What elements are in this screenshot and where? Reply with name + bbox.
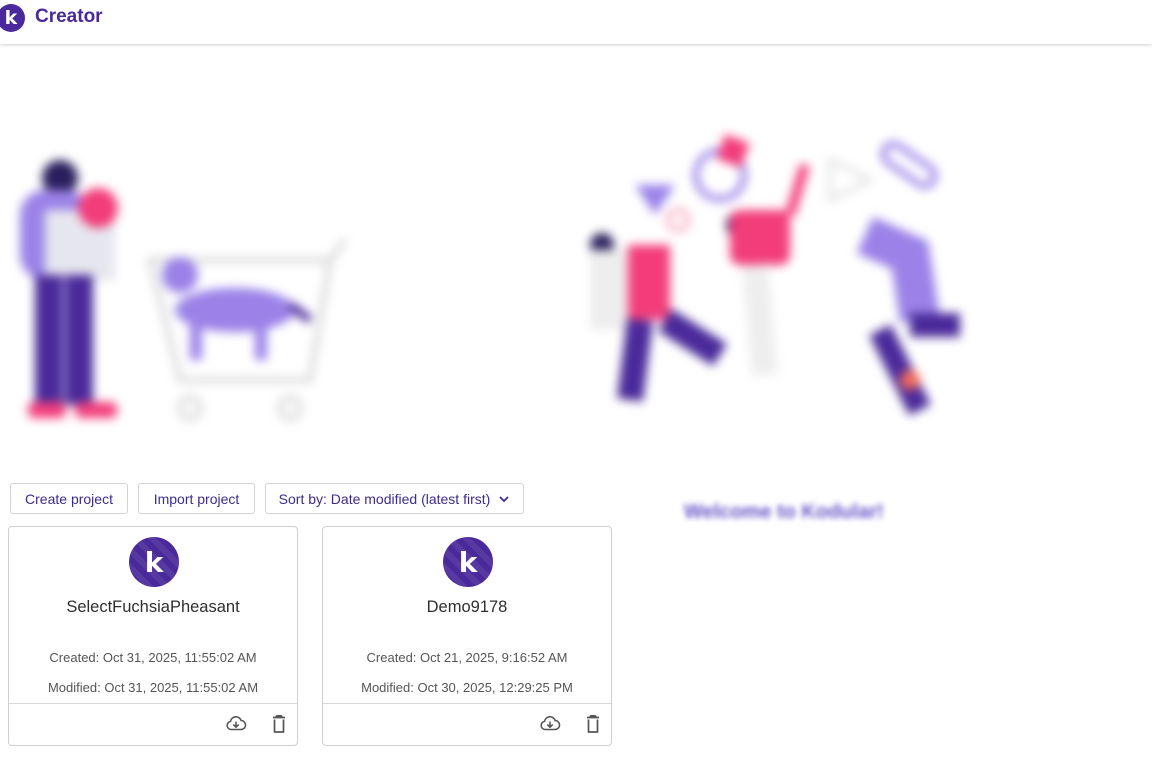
project-name[interactable]: Demo9178 bbox=[323, 598, 611, 617]
shopping-illustration bbox=[20, 160, 348, 421]
delete-button[interactable] bbox=[582, 713, 604, 735]
project-icon: k bbox=[443, 537, 493, 587]
chevron-down-icon bbox=[499, 496, 509, 502]
project-name[interactable]: SelectFuchsiaPheasant bbox=[9, 598, 297, 617]
celebration-illustration bbox=[590, 134, 960, 416]
sort-dropdown[interactable]: Sort by: Date modified (latest first) bbox=[265, 483, 524, 514]
delete-button[interactable] bbox=[268, 713, 290, 735]
kodular-logo-icon[interactable]: k bbox=[0, 4, 25, 32]
cloud-download-icon bbox=[540, 716, 561, 731]
project-modified-date: Modified: Oct 31, 2025, 11:55:02 AM bbox=[47, 680, 259, 695]
create-project-button[interactable]: Create project bbox=[10, 483, 128, 514]
project-icon: k bbox=[129, 537, 179, 587]
download-button[interactable] bbox=[539, 713, 561, 735]
project-card[interactable]: k SelectFuchsiaPheasant Created: Oct 31,… bbox=[8, 526, 298, 746]
card-divider bbox=[323, 703, 611, 704]
trash-icon bbox=[587, 714, 599, 733]
import-project-button[interactable]: Import project bbox=[138, 483, 255, 514]
card-divider bbox=[9, 703, 297, 704]
app-title: Creator bbox=[35, 6, 103, 27]
sort-label: Sort by: Date modified (latest first) bbox=[278, 490, 491, 507]
trash-icon bbox=[273, 714, 285, 733]
project-card[interactable]: k Demo9178 Created: Oct 21, 2025, 9:16:5… bbox=[322, 526, 612, 746]
download-button[interactable] bbox=[225, 713, 247, 735]
project-created-date: Created: Oct 21, 2025, 9:16:52 AM bbox=[366, 650, 568, 665]
welcome-text: Welcome to Kodular! bbox=[684, 501, 884, 523]
project-modified-date: Modified: Oct 30, 2025, 12:29:25 PM bbox=[361, 680, 573, 695]
app-header: k Creator bbox=[0, 0, 1152, 44]
cloud-download-icon bbox=[226, 716, 247, 731]
project-created-date: Created: Oct 31, 2025, 11:55:02 AM bbox=[49, 650, 257, 665]
